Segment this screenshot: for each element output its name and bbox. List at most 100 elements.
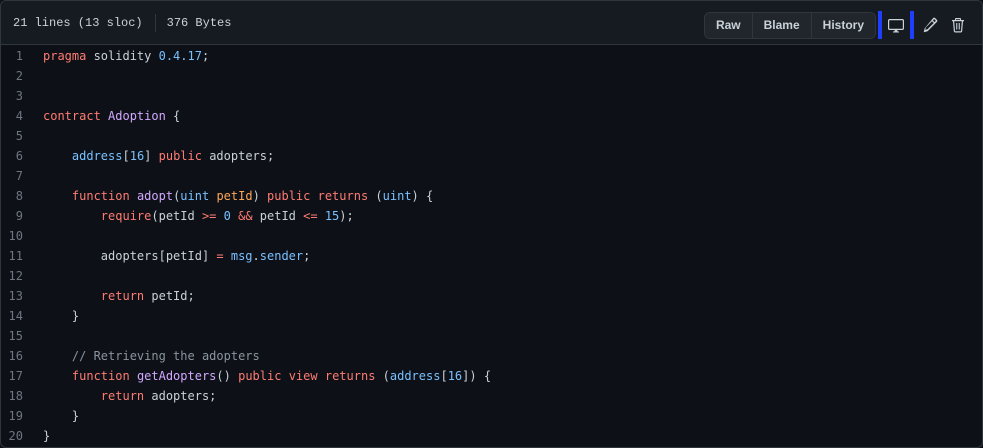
code-line: 15 (1, 326, 982, 346)
raw-button[interactable]: Raw (704, 12, 753, 38)
file-header: 21 lines (13 sloc) 376 Bytes Raw Blame H… (1, 1, 982, 45)
code-token: view (288, 369, 318, 383)
line-number[interactable]: 2 (1, 66, 43, 86)
line-number[interactable]: 6 (1, 146, 43, 166)
code-token: [ (122, 149, 130, 163)
code-token: [ (440, 369, 448, 383)
code-token: require (100, 209, 152, 223)
code-line: 1 pragma solidity 0.4.17; (1, 46, 982, 66)
code-line: 18 return adopters; (1, 386, 982, 406)
line-content: require(petId >= 0 && petId <= 15); (43, 206, 354, 226)
focus-indicator (910, 11, 914, 39)
desktop-icon (888, 19, 904, 33)
code-line: 9 require(petId >= 0 && petId <= 15); (1, 206, 982, 226)
line-number[interactable]: 18 (1, 386, 43, 406)
code-line: 13 return petId; (1, 286, 982, 306)
line-number[interactable]: 3 (1, 86, 43, 106)
line-number[interactable]: 14 (1, 306, 43, 326)
line-number[interactable]: 16 (1, 346, 43, 366)
code-token: solidity (86, 49, 159, 63)
line-content: } (43, 306, 79, 326)
code-token: // Retrieving the adopters (71, 349, 260, 363)
code-token: petId (252, 209, 304, 223)
file-viewer: 21 lines (13 sloc) 376 Bytes Raw Blame H… (0, 0, 983, 448)
delete-button[interactable] (944, 12, 972, 38)
code-token: { (165, 109, 181, 123)
line-content: adopters[petId] = msg.sender; (43, 246, 311, 266)
code-body: 1 pragma solidity 0.4.17; 2 3 4 contract Adop… (1, 45, 982, 446)
line-number[interactable]: 7 (1, 166, 43, 186)
line-number[interactable]: 1 (1, 46, 43, 66)
code-token: 16 (447, 369, 463, 383)
code-line: 7 (1, 166, 982, 186)
line-content: address[16] public adopters; (43, 146, 274, 166)
line-number[interactable]: 4 (1, 106, 43, 126)
code-token: } (43, 409, 80, 423)
line-number[interactable]: 19 (1, 406, 43, 426)
code-token: function (71, 369, 130, 383)
code-line: 6 address[16] public adopters; (1, 146, 982, 166)
code-line: 17 function getAdopters() public view re… (1, 366, 982, 386)
code-line: 11 adopters[petId] = msg.sender; (1, 246, 982, 266)
code-line: 3 (1, 86, 982, 106)
code-token: petId (216, 189, 253, 203)
code-line: 12 (1, 266, 982, 286)
code-token: adopters; (201, 149, 275, 163)
code-line: 20} (1, 426, 982, 446)
line-number[interactable]: 20 (1, 426, 43, 446)
code-token: } (43, 429, 51, 443)
code-token: ]) { (462, 369, 492, 383)
code-token: uint (180, 189, 210, 203)
line-number[interactable]: 11 (1, 246, 43, 266)
code-token: public (267, 189, 311, 203)
file-info: 21 lines (13 sloc) 376 Bytes (13, 13, 232, 32)
line-number[interactable]: 13 (1, 286, 43, 306)
blame-button[interactable]: Blame (752, 12, 812, 38)
code-token: Adoption (108, 109, 166, 123)
divider (154, 13, 156, 32)
line-content: return petId; (43, 286, 195, 306)
file-size: 376 Bytes (166, 15, 232, 30)
code-line: 5 (1, 126, 982, 146)
edit-button[interactable] (916, 12, 944, 38)
code-line: 16 // Retrieving the adopters (1, 346, 982, 366)
line-number[interactable]: 8 (1, 186, 43, 206)
line-content: pragma solidity 0.4.17; (43, 46, 209, 66)
line-number[interactable]: 9 (1, 206, 43, 226)
code-line: 19 } (1, 406, 982, 426)
code-token: ) (252, 189, 268, 203)
code-token: msg (230, 249, 253, 263)
code-token: address (71, 149, 123, 163)
line-number[interactable]: 17 (1, 366, 43, 386)
history-button[interactable]: History (811, 12, 875, 38)
code-token: adopt (136, 189, 174, 203)
line-number[interactable]: 15 (1, 326, 43, 346)
code-line: 14 } (1, 306, 982, 326)
line-number[interactable]: 5 (1, 126, 43, 146)
trash-icon (952, 18, 964, 33)
line-number[interactable]: 10 (1, 226, 43, 246)
code-token: contract (43, 109, 101, 123)
code-token: public (158, 149, 202, 163)
code-token: petId; (144, 289, 195, 303)
pencil-icon (923, 17, 938, 33)
code-token: ; (201, 49, 210, 63)
code-token: && (238, 209, 253, 223)
view-button-group: Raw Blame History (703, 11, 876, 39)
line-content: } (43, 426, 50, 446)
open-desktop-button[interactable] (882, 12, 910, 38)
line-number[interactable]: 12 (1, 266, 43, 286)
code-token: adopters[petId] (43, 249, 217, 263)
